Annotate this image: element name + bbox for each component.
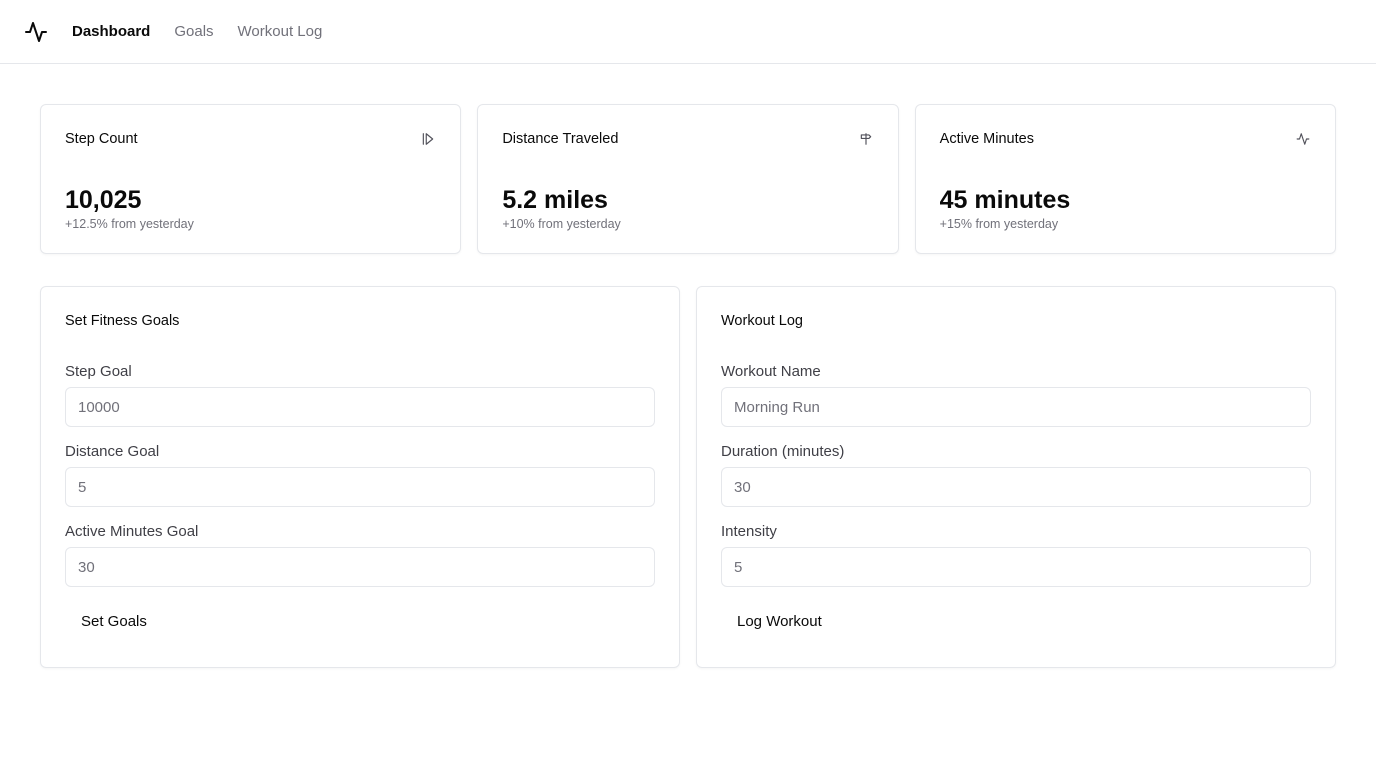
stat-title: Active Minutes	[939, 131, 1034, 147]
intensity-field: Intensity	[721, 523, 1311, 587]
duration-field: Duration (minutes)	[721, 443, 1311, 507]
nav-link-workout-log[interactable]: Workout Log	[238, 23, 323, 40]
step-goal-label: Step Goal	[65, 363, 132, 380]
workout-log-card: Workout Log Workout Name Duration (minut…	[696, 286, 1336, 668]
forms-row: Set Fitness Goals Step Goal Distance Goa…	[40, 286, 1336, 668]
stat-card-step-count: Step Count 10,025 +12.5% from yesterday	[40, 104, 462, 254]
set-goals-button[interactable]: Set Goals	[65, 603, 163, 640]
step-goal-input[interactable]	[65, 387, 655, 427]
workout-name-field: Workout Name	[721, 363, 1311, 427]
set-fitness-goals-card: Set Fitness Goals Step Goal Distance Goa…	[40, 286, 680, 668]
stat-value: 10,025	[65, 186, 142, 214]
stat-title: Step Count	[65, 131, 138, 147]
stat-value: 45 minutes	[939, 186, 1071, 214]
top-navigation: Dashboard Goals Workout Log	[0, 0, 1376, 64]
activity-icon[interactable]	[24, 20, 48, 44]
workout-name-label: Workout Name	[721, 363, 821, 380]
nav-link-goals[interactable]: Goals	[174, 23, 213, 40]
duration-input[interactable]	[721, 467, 1311, 507]
signpost-icon	[858, 131, 874, 147]
stat-delta: +10% from yesterday	[502, 217, 621, 231]
active-minutes-goal-label: Active Minutes Goal	[65, 523, 199, 540]
distance-goal-field: Distance Goal	[65, 443, 655, 507]
panel-title: Set Fitness Goals	[65, 313, 180, 329]
nav-link-dashboard[interactable]: Dashboard	[72, 23, 150, 40]
distance-goal-label: Distance Goal	[65, 443, 160, 460]
distance-goal-input[interactable]	[65, 467, 655, 507]
footprints-icon	[420, 131, 436, 147]
stat-delta: +12.5% from yesterday	[65, 217, 194, 231]
stat-card-distance: Distance Traveled 5.2 miles +10% from ye…	[477, 104, 899, 254]
active-minutes-goal-input[interactable]	[65, 547, 655, 587]
panel-title: Workout Log	[721, 313, 803, 329]
intensity-input[interactable]	[721, 547, 1311, 587]
stat-card-active-minutes: Active Minutes 45 minutes +15% from yest…	[914, 104, 1336, 254]
stat-delta: +15% from yesterday	[939, 217, 1059, 231]
stats-row: Step Count 10,025 +12.5% from yesterday …	[40, 104, 1336, 254]
active-minutes-goal-field: Active Minutes Goal	[65, 523, 655, 587]
duration-label: Duration (minutes)	[721, 443, 845, 460]
workout-name-input[interactable]	[721, 387, 1311, 427]
stat-title: Distance Traveled	[502, 131, 619, 147]
stat-value: 5.2 miles	[502, 186, 608, 214]
activity-icon	[1295, 131, 1311, 147]
step-goal-field: Step Goal	[65, 363, 655, 427]
log-workout-button[interactable]: Log Workout	[721, 603, 838, 640]
intensity-label: Intensity	[721, 523, 777, 540]
